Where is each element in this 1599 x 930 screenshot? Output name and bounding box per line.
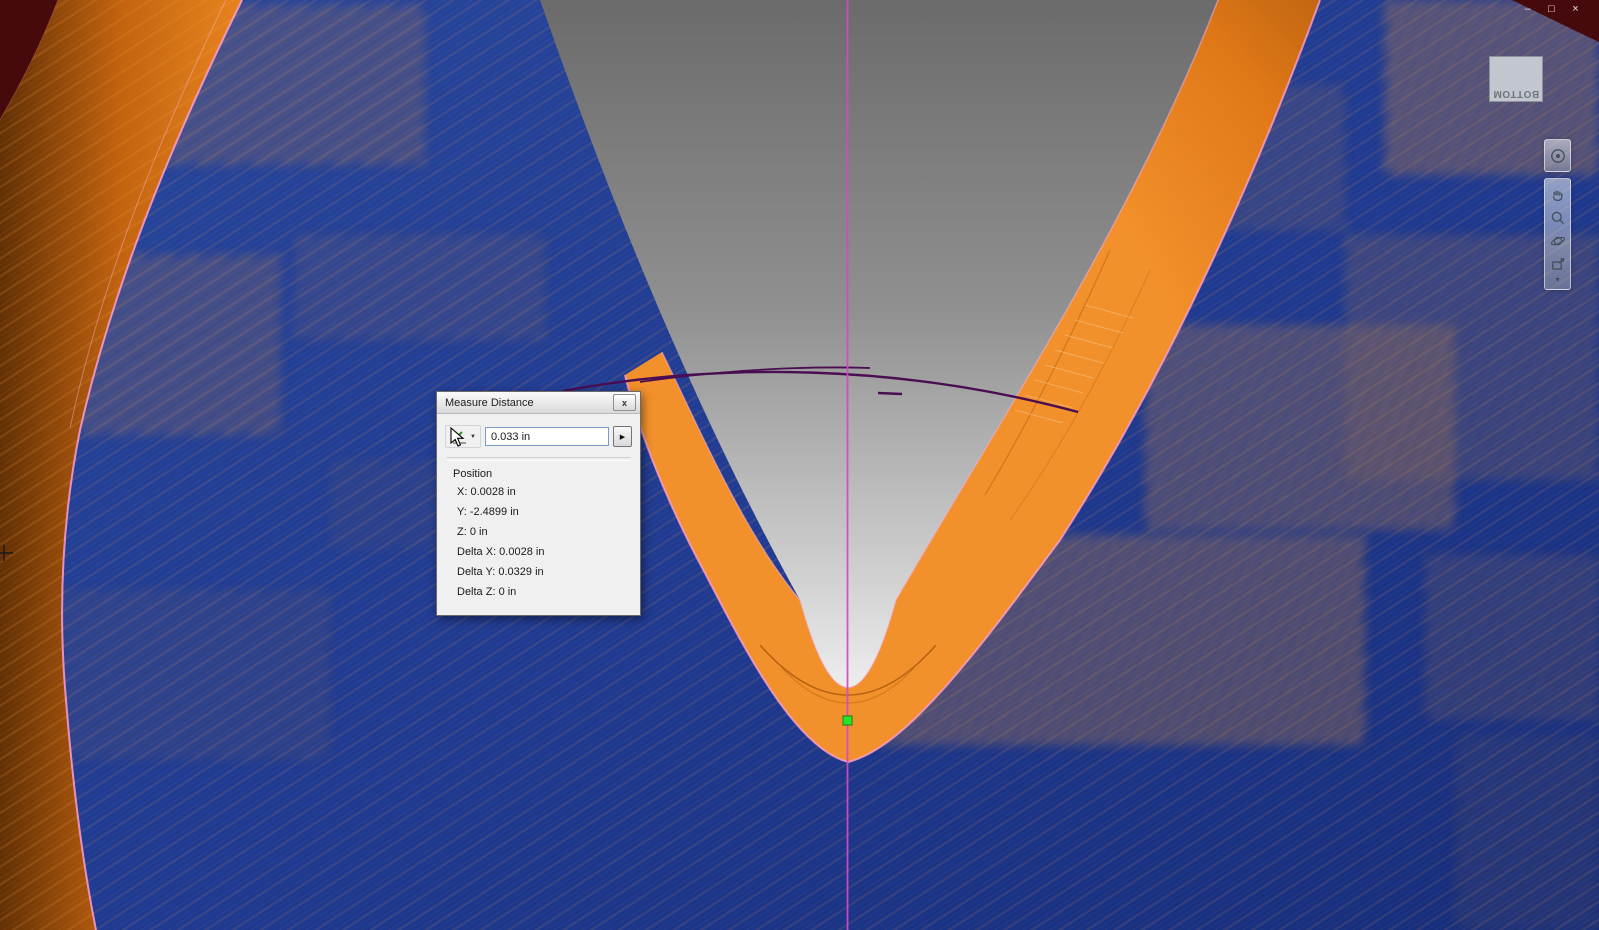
- orbit-icon: [1550, 233, 1566, 249]
- zoom-button[interactable]: [1546, 206, 1569, 229]
- position-row-delta-y: Delta Y: 0.0329 in: [457, 566, 632, 578]
- minimize-button[interactable]: –: [1520, 2, 1535, 17]
- measurement-row: ▼ ▶: [445, 425, 632, 448]
- chevron-down-icon: ▼: [470, 434, 476, 440]
- position-row-x: X: 0.0028 in: [457, 486, 632, 498]
- position-row-delta-z: Delta Z: 0 in: [457, 586, 632, 598]
- flyout-button[interactable]: ▶: [613, 426, 632, 447]
- position-row-z: Z: 0 in: [457, 526, 632, 538]
- position-heading: Position: [453, 468, 632, 480]
- navbar-menu-chevron[interactable]: ▾: [1555, 275, 1559, 285]
- pan-hand-icon: [1550, 187, 1566, 203]
- window-controls: – □ ×: [1520, 2, 1583, 17]
- measure-tool-dropdown[interactable]: ▼: [445, 425, 481, 448]
- 3d-viewport[interactable]: [0, 0, 1599, 930]
- close-button[interactable]: ×: [1568, 2, 1583, 17]
- orbit-button[interactable]: [1546, 229, 1569, 252]
- navigation-tools: ▾: [1544, 178, 1571, 290]
- measurement-value-input[interactable]: [485, 427, 609, 446]
- position-row-y: Y: -2.4899 in: [457, 506, 632, 518]
- close-icon: x: [622, 398, 627, 408]
- look-at-button[interactable]: [1546, 252, 1569, 275]
- viewcube[interactable]: BOTTOM: [1489, 56, 1543, 102]
- dialog-title: Measure Distance: [445, 397, 613, 409]
- zoom-icon: [1550, 210, 1566, 226]
- navigation-wheel-icon: [1546, 144, 1569, 167]
- navigation-bar: ▾: [1544, 139, 1571, 290]
- dialog-close-button[interactable]: x: [613, 394, 636, 411]
- restore-button[interactable]: □: [1544, 2, 1559, 17]
- look-at-icon: [1550, 256, 1566, 272]
- viewcube-face-label: BOTTOM: [1493, 88, 1539, 99]
- navigation-wheel-button[interactable]: [1544, 139, 1571, 172]
- measure-distance-dialog: Measure Distance x ▼ ▶: [436, 391, 641, 616]
- dialog-body: ▼ ▶ Position X: 0.0028 in Y: -2.4899 in …: [437, 414, 640, 615]
- snap-point[interactable]: [843, 716, 852, 725]
- dialog-separator: [447, 457, 630, 461]
- position-row-delta-x: Delta X: 0.0028 in: [457, 546, 632, 558]
- right-arrow-icon: ▶: [620, 433, 625, 441]
- measure-select-icon: [450, 429, 468, 445]
- pan-button[interactable]: [1546, 183, 1569, 206]
- dialog-titlebar[interactable]: Measure Distance x: [437, 392, 640, 414]
- application-window: – □ × BOTTOM: [0, 0, 1599, 930]
